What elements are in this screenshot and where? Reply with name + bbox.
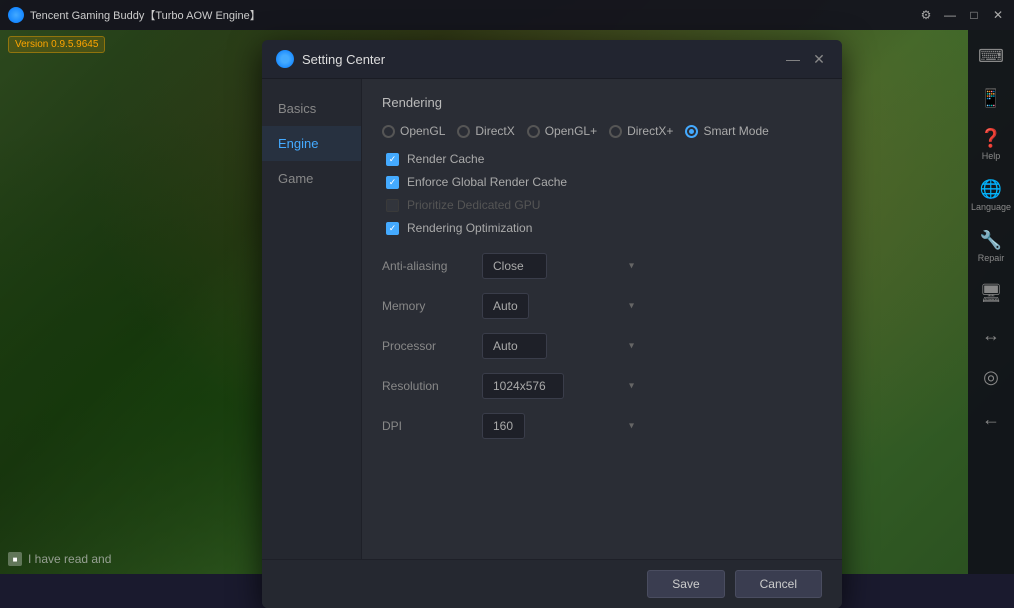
checkbox-render-cache[interactable]: Render Cache (386, 152, 822, 166)
taskbar-title: Tencent Gaming Buddy【Turbo AOW Engine】 (30, 7, 918, 23)
anti-aliasing-label: Anti-aliasing (382, 259, 472, 273)
checkbox-rendering-opt[interactable]: Rendering Optimization (386, 221, 822, 235)
checkbox-rendering-opt-box (386, 222, 399, 235)
close-button[interactable]: ✕ (990, 7, 1006, 23)
checkbox-prioritize-gpu-box (386, 199, 399, 212)
record-icon[interactable]: ◎ (972, 361, 1010, 393)
dialog-body: Basics Engine Game Rendering OpenGL Dire… (262, 79, 842, 559)
radio-directx-label: DirectX (475, 124, 514, 138)
maximize-button[interactable]: □ (966, 7, 982, 23)
dpi-row: DPI 160 240 320 480 (382, 413, 822, 439)
memory-row: Memory Auto 1GB 2GB 4GB (382, 293, 822, 319)
language-button[interactable]: 🌐 Language (972, 175, 1010, 216)
radio-directxplus-label: DirectX+ (627, 124, 673, 138)
checkbox-rendering-opt-label: Rendering Optimization (407, 221, 532, 235)
repair-button[interactable]: 🔧 Repair (972, 226, 1010, 267)
checkbox-enforce-global-box (386, 176, 399, 189)
dialog-logo (276, 50, 294, 68)
memory-label: Memory (382, 299, 472, 313)
bottom-text: ■ I have read and (8, 552, 111, 566)
rendering-section-title: Rendering (382, 95, 822, 110)
radio-openglplus[interactable]: OpenGL+ (527, 124, 597, 138)
processor-label: Processor (382, 339, 472, 353)
dialog-title: Setting Center (302, 52, 385, 67)
resize-icon[interactable]: ↔ (972, 319, 1010, 351)
processor-select[interactable]: Auto 1 Core 2 Cores 4 Cores (482, 333, 547, 359)
radio-directxplus[interactable]: DirectX+ (609, 124, 673, 138)
keyboard-icon[interactable]: ⌨ (972, 40, 1010, 72)
save-button[interactable]: Save (647, 570, 724, 598)
nav-game[interactable]: Game (262, 161, 361, 196)
taskbar-controls: ⚙ — □ ✕ (918, 7, 1006, 23)
dpi-select[interactable]: 160 240 320 480 (482, 413, 525, 439)
memory-select[interactable]: Auto 1GB 2GB 4GB (482, 293, 529, 319)
resolution-select-wrapper: 1024x576 1280x720 1920x1080 (482, 373, 642, 399)
dialog-close-button[interactable]: ✕ (810, 50, 828, 68)
app-logo (8, 7, 24, 23)
radio-smartmode-label: Smart Mode (703, 124, 768, 138)
dpi-label: DPI (382, 419, 472, 433)
checkbox-render-cache-label: Render Cache (407, 152, 484, 166)
radio-openglplus-circle (527, 125, 540, 138)
nav-engine[interactable]: Engine (262, 126, 361, 161)
resolution-row: Resolution 1024x576 1280x720 1920x1080 (382, 373, 822, 399)
checkbox-prioritize-gpu[interactable]: Prioritize Dedicated GPU (386, 198, 822, 212)
bottom-text-icon: ■ (8, 552, 22, 566)
radio-directx-circle (457, 125, 470, 138)
anti-aliasing-select-wrapper: Close Low Medium High (482, 253, 642, 279)
setting-center-dialog: Setting Center — ✕ Basics Engine Game Re… (262, 40, 842, 608)
back-icon[interactable]: ← (972, 403, 1010, 435)
radio-smartmode[interactable]: Smart Mode (685, 124, 768, 138)
dialog-minimize-button[interactable]: — (784, 50, 802, 68)
radio-openglplus-label: OpenGL+ (545, 124, 597, 138)
radio-smartmode-circle (685, 125, 698, 138)
mobile-icon[interactable]: 📱 (972, 82, 1010, 114)
dialog-title-left: Setting Center (276, 50, 385, 68)
screen-icon[interactable]: 🖥 (972, 277, 1010, 309)
taskbar: Tencent Gaming Buddy【Turbo AOW Engine】 ⚙… (0, 0, 1014, 30)
radio-opengl-circle (382, 125, 395, 138)
dialog-controls: — ✕ (784, 50, 828, 68)
radio-opengl[interactable]: OpenGL (382, 124, 445, 138)
checkbox-render-cache-box (386, 153, 399, 166)
minimize-button[interactable]: — (942, 7, 958, 23)
rendering-checkboxes: Render Cache Enforce Global Render Cache… (382, 152, 822, 235)
dpi-select-wrapper: 160 240 320 480 (482, 413, 642, 439)
engine-form-fields: Anti-aliasing Close Low Medium High Memo… (382, 253, 822, 543)
dialog-titlebar: Setting Center — ✕ (262, 40, 842, 79)
radio-directx[interactable]: DirectX (457, 124, 514, 138)
anti-aliasing-select[interactable]: Close Low Medium High (482, 253, 547, 279)
resolution-select[interactable]: 1024x576 1280x720 1920x1080 (482, 373, 564, 399)
bottom-text-label: I have read and (28, 552, 111, 566)
cancel-button[interactable]: Cancel (735, 570, 822, 598)
dialog-footer: Save Cancel (262, 559, 842, 608)
anti-aliasing-row: Anti-aliasing Close Low Medium High (382, 253, 822, 279)
memory-select-wrapper: Auto 1GB 2GB 4GB (482, 293, 642, 319)
nav-basics[interactable]: Basics (262, 91, 361, 126)
checkbox-prioritize-gpu-label: Prioritize Dedicated GPU (407, 198, 540, 212)
help-button[interactable]: ❓ Help (972, 124, 1010, 165)
rendering-mode-group: OpenGL DirectX OpenGL+ DirectX+ Smart Mo… (382, 124, 822, 138)
dialog-nav: Basics Engine Game (262, 79, 362, 559)
radio-opengl-label: OpenGL (400, 124, 445, 138)
processor-row: Processor Auto 1 Core 2 Cores 4 Cores (382, 333, 822, 359)
dialog-content: Rendering OpenGL DirectX OpenGL+ Direc (362, 79, 842, 559)
checkbox-enforce-global[interactable]: Enforce Global Render Cache (386, 175, 822, 189)
radio-directxplus-circle (609, 125, 622, 138)
processor-select-wrapper: Auto 1 Core 2 Cores 4 Cores (482, 333, 642, 359)
right-sidebar: ⌨ 📱 ❓ Help 🌐 Language 🔧 Repair 🖥 ↔ ◎ ← (968, 30, 1014, 574)
version-badge: Version 0.9.5.9645 (8, 36, 105, 53)
resolution-label: Resolution (382, 379, 472, 393)
settings-button[interactable]: ⚙ (918, 7, 934, 23)
checkbox-enforce-global-label: Enforce Global Render Cache (407, 175, 567, 189)
